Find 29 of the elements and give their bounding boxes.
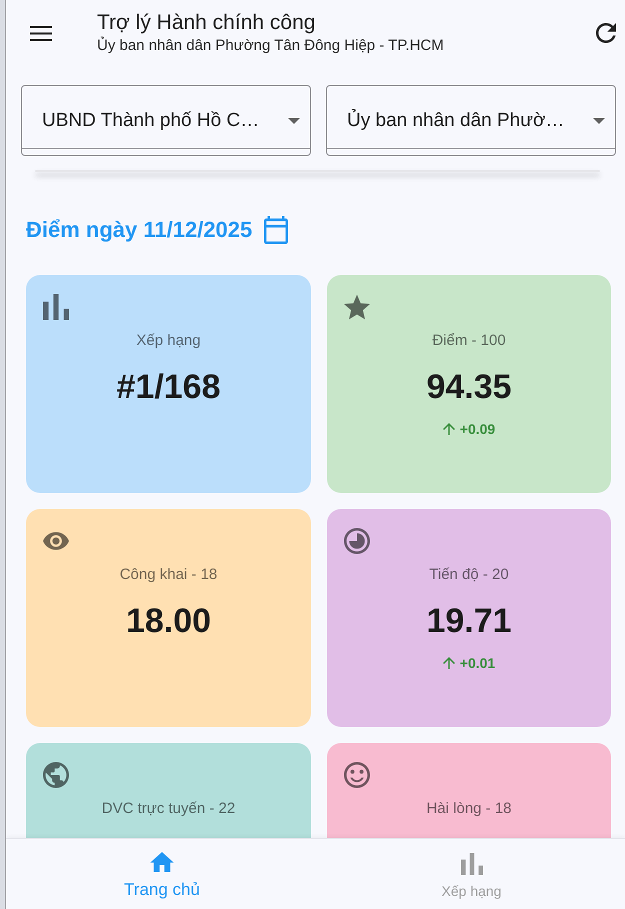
dropdown-field[interactable]: UBND Thành phố Hồ C… [21,85,311,156]
card-label: DVC trực tuyến - 22 [102,799,236,819]
bar-chart-icon [43,294,69,320]
calendar-icon[interactable] [264,216,288,244]
globe-icon [43,762,69,788]
app-title: Trợ lý Hành chính công [97,10,316,36]
card-label: Công khai - 18 [120,565,218,585]
smiley-icon [344,762,370,788]
star-icon [344,294,370,320]
bar-chart-icon [460,853,482,875]
card-label: Điểm - 100 [432,331,506,351]
card-label: Xếp hạng [136,331,201,351]
app-subtitle: Ủy ban nhân dân Phường Tân Đông Hiệp - TP.HCM [97,36,445,56]
change-value: +0.01 [460,654,496,673]
card-value: #1/168 [116,367,220,408]
date-heading: Điểm ngày 11/12/2025 [26,216,252,244]
card-label: Tiến độ - 20 [429,565,509,585]
caret-icon [288,118,300,124]
home-icon [150,852,174,872]
change-value: +0.09 [460,420,496,439]
pie-chart-icon [344,528,370,554]
refresh-icon [596,23,616,43]
dropdown-field[interactable]: Ủy ban nhân dân Phườ… [326,85,616,156]
card-label: Hài lòng - 18 [426,799,512,819]
card-value: 18.00 [126,601,212,642]
menu-icon [30,26,52,40]
card-value: 19.71 [426,601,512,642]
card-value: 94.35 [426,367,512,408]
caret-icon [593,118,605,124]
